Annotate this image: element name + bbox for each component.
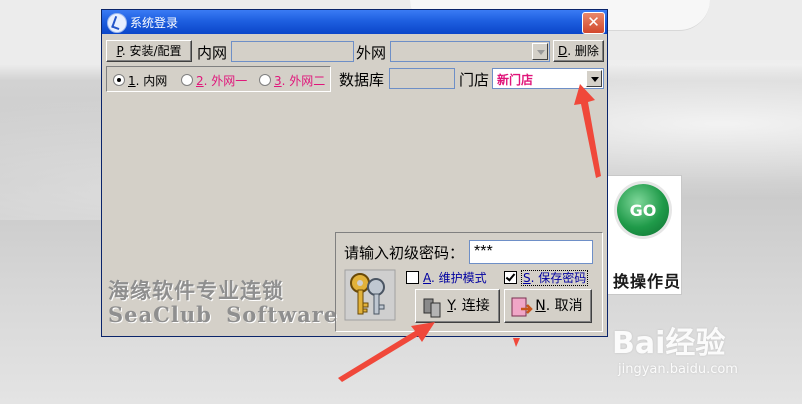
cancel-icon xyxy=(511,297,533,317)
install-label: . 安装/配置 xyxy=(121,44,182,58)
baidu-url: jingyan.baidu.com xyxy=(618,362,738,377)
radio-extranet-1-label: . 外网一 xyxy=(203,74,248,88)
close-button[interactable]: ✕ xyxy=(582,12,605,34)
extranet-label: 外网 xyxy=(356,44,387,62)
intranet-label: 内网 xyxy=(197,44,228,62)
network-radio-group: 1. 内网 2. 外网一 3. 外网二 xyxy=(106,66,331,92)
baidu-watermark: Bai经验 jingyan.baidu.com xyxy=(612,318,792,388)
radio-dot-icon xyxy=(259,74,271,86)
delete-button[interactable]: D. 删除 xyxy=(553,40,604,62)
radio-extranet-2-key: 3 xyxy=(274,74,282,88)
store-value: 新门店 xyxy=(497,73,534,87)
delete-hotkey: D xyxy=(558,44,568,58)
radio-extranet-1-key: 2 xyxy=(196,74,204,88)
brand-english: SeaClub Software xyxy=(108,302,339,327)
save-password-key: S xyxy=(523,271,531,285)
database-label: 数据库 xyxy=(339,71,385,89)
radio-dot-icon xyxy=(113,74,125,86)
app-logo-icon xyxy=(107,13,127,33)
extranet-combo[interactable] xyxy=(390,41,550,62)
chevron-down-icon[interactable] xyxy=(532,43,548,60)
cancel-button[interactable]: N. 取消 xyxy=(504,289,592,323)
checkbox-checked-icon xyxy=(504,271,517,284)
radio-extranet-1[interactable]: 2. 外网一 xyxy=(181,72,247,89)
delete-label: . 删除 xyxy=(567,44,599,58)
switch-operator-tile[interactable]: GO 换操作员 xyxy=(604,175,682,295)
login-dialog: 系统登录 ✕ P. 安装/配置 内网 外网 D. 删除 1. 内网 2. 外网一… xyxy=(101,9,608,337)
cancel-key: N xyxy=(535,298,546,314)
login-panel: 请输入初级密码： A. 维护模式 S. 保存密码 Y. 连接 xyxy=(335,232,603,332)
intranet-field[interactable] xyxy=(231,41,354,62)
go-icon-text: GO xyxy=(629,201,657,220)
maintenance-mode-checkbox[interactable]: A. 维护模式 xyxy=(406,269,487,286)
cancel-label: . 取消 xyxy=(545,298,583,314)
password-input[interactable] xyxy=(469,240,593,264)
store-label: 门店 xyxy=(459,71,490,89)
title-bar[interactable]: 系统登录 ✕ xyxy=(102,10,607,34)
radio-extranet-2[interactable]: 3. 外网二 xyxy=(259,72,325,89)
maintenance-key: A xyxy=(423,271,431,285)
password-prompt: 请输入初级密码： xyxy=(344,244,465,262)
chevron-down-icon[interactable] xyxy=(586,70,602,87)
connect-button[interactable]: Y. 连接 xyxy=(415,289,500,323)
checkbox-icon xyxy=(406,271,419,284)
save-password-checkbox[interactable]: S. 保存密码 xyxy=(504,269,589,286)
database-field[interactable] xyxy=(389,68,455,89)
keys-icon xyxy=(344,269,396,321)
small-arrow-marker-icon xyxy=(513,338,520,347)
brand-chinese: 海缘软件专业连锁 xyxy=(108,278,284,303)
baidu-logo: Bai经验 xyxy=(612,326,726,361)
save-password-label: . 保存密码 xyxy=(530,271,587,285)
radio-intranet-label: . 内网 xyxy=(135,74,168,88)
radio-extranet-2-label: . 外网二 xyxy=(281,74,326,88)
radio-dot-icon xyxy=(181,74,193,86)
install-config-button[interactable]: P. 安装/配置 xyxy=(106,40,192,62)
connect-icon xyxy=(423,298,441,318)
radio-intranet[interactable]: 1. 内网 xyxy=(113,72,167,89)
window-title: 系统登录 xyxy=(130,16,179,30)
switch-operator-caption: 换操作员 xyxy=(612,272,681,291)
go-icon: GO xyxy=(617,184,669,236)
store-combo[interactable]: 新门店 xyxy=(492,68,604,89)
connect-label: . 连接 xyxy=(452,298,490,314)
radio-intranet-key: 1 xyxy=(128,74,136,88)
maintenance-label: . 维护模式 xyxy=(431,271,487,285)
